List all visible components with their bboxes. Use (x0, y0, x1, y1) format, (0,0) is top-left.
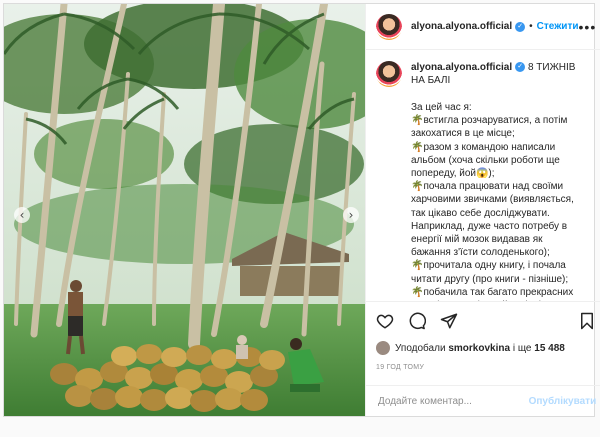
heart-icon[interactable] (376, 312, 394, 330)
post-actions: Уподобали smorkovkina і ще 15 488 19 ГОД… (366, 301, 600, 385)
separator-dot: • (529, 21, 533, 32)
caption-avatar[interactable] (376, 61, 402, 87)
liker-avatar[interactable] (376, 341, 390, 355)
verified-badge-icon: ✓ (515, 62, 526, 73)
caption-scroll-area[interactable]: alyona.alyona.official ✓ 8 ТИЖНІВ НА БАЛІ… (366, 51, 600, 301)
post-header: alyona.alyona.official ✓ • Стежити ••• (366, 4, 600, 50)
post-timestamp[interactable]: 19 ГОД ТОМУ (376, 364, 596, 371)
chevron-left-icon[interactable]: ‹ (14, 207, 30, 223)
palm-grove-photo (4, 4, 365, 416)
username-link[interactable]: alyona.alyona.official (411, 21, 512, 32)
likes-summary: Уподобали smorkovkina і ще 15 488 (376, 341, 596, 355)
likes-mid: і ще (512, 342, 532, 354)
comment-box: Опублікувати (366, 385, 600, 416)
bookmark-icon[interactable] (578, 312, 596, 330)
comment-icon[interactable] (408, 312, 426, 330)
action-icons (376, 302, 596, 340)
follow-button[interactable]: Стежити (537, 21, 579, 32)
comment-input[interactable] (376, 394, 529, 408)
avatar[interactable] (376, 13, 402, 40)
liker-username[interactable]: smorkovkina (448, 343, 510, 354)
chevron-right-icon[interactable]: › (343, 207, 359, 223)
post-photo[interactable]: ‹ › (4, 4, 365, 416)
caption-title-line: alyona.alyona.official ✓ 8 ТИЖНІВ НА БАЛІ (411, 61, 576, 87)
more-options-icon[interactable]: ••• (579, 19, 597, 35)
instagram-post: ‹ › alyona.alyona.official ✓ • Стежити •… (3, 3, 600, 417)
verified-badge-icon: ✓ (515, 21, 526, 32)
share-icon[interactable] (440, 312, 458, 330)
publish-button[interactable]: Опублікувати (529, 396, 597, 407)
likes-count[interactable]: 15 488 (534, 343, 565, 354)
caption-username[interactable]: alyona.alyona.official (411, 62, 512, 73)
caption-body: За цей час я: 🌴встигла розчаруватися, а … (411, 102, 574, 301)
post-sidebar: alyona.alyona.official ✓ • Стежити ••• a… (365, 4, 600, 416)
caption-header: alyona.alyona.official ✓ 8 ТИЖНІВ НА БАЛІ (376, 61, 596, 87)
likes-prefix: Уподобали (395, 342, 446, 354)
